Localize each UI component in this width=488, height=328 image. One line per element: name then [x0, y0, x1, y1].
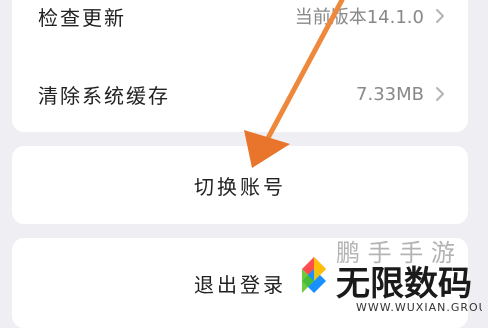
check-update-label: 检查更新 — [38, 5, 126, 30]
settings-card: 检查更新 当前版本14.1.0 清除系统缓存 7.33MB — [12, 0, 468, 132]
watermark-site-text: WWW.WUXIAN.GROUP — [356, 301, 482, 314]
switch-account-button[interactable]: 切换账号 — [12, 146, 468, 224]
watermark-logo-icon: 鹏 手 手 游 无限数码 WWW.WUXIAN.GROUP — [296, 239, 488, 314]
watermark: 鹏 手 手 游 无限数码 WWW.WUXIAN.GROUP — [292, 237, 488, 315]
check-update-row[interactable]: 检查更新 当前版本14.1.0 — [12, 0, 468, 46]
watermark-brand-text: 无限数码 — [336, 264, 472, 304]
clear-cache-right: 7.33MB — [356, 84, 446, 105]
clear-cache-row[interactable]: 清除系统缓存 7.33MB — [12, 64, 468, 124]
switch-account-label: 切换账号 — [194, 174, 286, 199]
chevron-right-icon — [436, 9, 444, 23]
logout-label: 退出登录 — [194, 272, 286, 297]
current-version-value: 当前版本14.1.0 — [294, 7, 424, 28]
clear-cache-label: 清除系统缓存 — [38, 83, 170, 108]
svg-text:鹏 手 手 游: 鹏 手 手 游 — [336, 239, 455, 267]
cache-size-value: 7.33MB — [356, 83, 424, 105]
check-update-right: 当前版本14.1.0 — [295, 3, 446, 29]
chevron-right-icon — [436, 87, 444, 101]
